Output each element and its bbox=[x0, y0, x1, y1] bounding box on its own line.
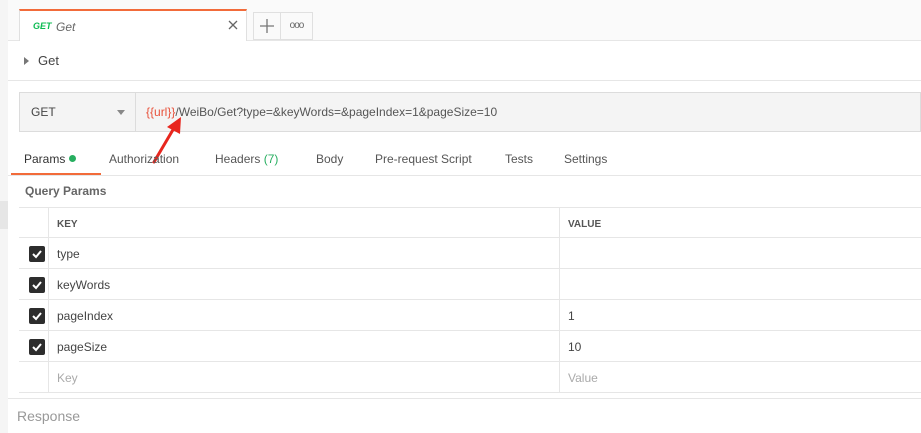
new-value-input[interactable]: Value bbox=[560, 362, 921, 393]
request-title-bar: Get bbox=[8, 41, 921, 81]
param-key-cell[interactable]: pageIndex bbox=[49, 300, 560, 331]
param-value-cell[interactable]: 1 bbox=[560, 300, 921, 331]
value-placeholder: Value bbox=[568, 371, 598, 385]
gutter-marker bbox=[0, 201, 8, 229]
table-row: pageSize 10 bbox=[19, 331, 921, 362]
param-key: pageSize bbox=[57, 340, 108, 354]
checkbox-cell bbox=[19, 238, 49, 269]
params-active-dot bbox=[69, 155, 77, 162]
check-icon bbox=[32, 250, 42, 259]
param-key-cell[interactable]: type bbox=[49, 238, 560, 269]
param-key-cell[interactable]: keyWords bbox=[49, 269, 560, 300]
param-checkbox[interactable] bbox=[29, 277, 45, 293]
param-key: keyWords bbox=[57, 278, 111, 292]
param-key: type bbox=[57, 247, 80, 261]
check-icon bbox=[32, 343, 42, 352]
headers-count: (7) bbox=[263, 152, 279, 166]
query-params-title: Query Params bbox=[25, 184, 107, 198]
request-tab[interactable]: GET Get bbox=[19, 9, 247, 41]
value-header-label: VALUE bbox=[568, 219, 602, 230]
response-pane: Response bbox=[8, 398, 921, 433]
param-value-cell[interactable] bbox=[560, 269, 921, 300]
tab-authorization[interactable]: Authorization bbox=[109, 152, 179, 166]
tab-prerequest-script[interactable]: Pre-request Script bbox=[375, 152, 472, 166]
close-icon[interactable] bbox=[224, 16, 242, 34]
response-label: Response bbox=[17, 408, 81, 424]
param-value-cell[interactable] bbox=[560, 238, 921, 269]
tab-headers-label: Headers bbox=[215, 152, 261, 166]
checkbox-cell bbox=[19, 300, 49, 331]
checkbox-cell bbox=[19, 331, 49, 362]
table-row: keyWords bbox=[19, 269, 921, 300]
tab-settings[interactable]: Settings bbox=[564, 152, 607, 166]
key-placeholder: Key bbox=[57, 371, 78, 385]
subtabs-divider bbox=[8, 175, 921, 176]
tab-body[interactable]: Body bbox=[316, 152, 343, 166]
caret-right-icon[interactable] bbox=[24, 57, 29, 65]
param-checkbox[interactable] bbox=[29, 339, 45, 355]
tab-headers[interactable]: Headers (7) bbox=[215, 152, 278, 166]
request-tab-bar: GET Get ooo bbox=[8, 0, 921, 41]
checkbox-cell bbox=[19, 269, 49, 300]
param-checkbox[interactable] bbox=[29, 308, 45, 324]
new-param-row: Key Value bbox=[19, 362, 921, 393]
param-value: 10 bbox=[568, 340, 582, 354]
table-row: pageIndex 1 bbox=[19, 300, 921, 331]
table-row: type bbox=[19, 238, 921, 269]
table-header-row: KEY VALUE bbox=[19, 207, 921, 239]
param-value: 1 bbox=[568, 309, 575, 323]
method-value: GET bbox=[31, 105, 56, 119]
value-column-header: VALUE bbox=[560, 208, 921, 239]
param-key-cell[interactable]: pageSize bbox=[49, 331, 560, 362]
tab-tests[interactable]: Tests bbox=[505, 152, 533, 166]
param-checkbox[interactable] bbox=[29, 246, 45, 262]
url-input[interactable]: {{url}}/WeiBo/Get?type=&keyWords=&pageIn… bbox=[136, 93, 920, 131]
tab-method-badge: GET bbox=[33, 21, 52, 31]
param-value-cell[interactable]: 10 bbox=[560, 331, 921, 362]
checkbox-cell bbox=[19, 362, 49, 393]
key-column-header: KEY bbox=[49, 208, 560, 239]
method-select[interactable]: GET bbox=[20, 93, 136, 131]
key-header-label: KEY bbox=[57, 219, 78, 230]
request-name[interactable]: Get bbox=[38, 53, 59, 68]
header-checkbox-cell bbox=[19, 208, 49, 239]
new-tab-button[interactable] bbox=[253, 12, 281, 40]
plus-icon bbox=[260, 19, 274, 33]
more-tabs-button[interactable]: ooo bbox=[281, 12, 313, 40]
request-subtabs: Params Authorization Headers (7) Body Pr… bbox=[8, 143, 921, 176]
left-gutter bbox=[0, 0, 8, 433]
new-key-input[interactable]: Key bbox=[49, 362, 560, 393]
url-path: /WeiBo/Get?type=&keyWords=&pageIndex=1&p… bbox=[175, 105, 498, 119]
param-key: pageIndex bbox=[57, 309, 114, 323]
url-text: {{url}}/WeiBo/Get?type=&keyWords=&pageIn… bbox=[146, 105, 497, 119]
tab-params[interactable]: Params bbox=[24, 152, 77, 166]
check-icon bbox=[32, 312, 42, 321]
check-icon bbox=[32, 281, 42, 290]
chevron-down-icon bbox=[117, 110, 125, 115]
tab-params-label: Params bbox=[24, 152, 66, 166]
tab-name: Get bbox=[56, 20, 76, 34]
